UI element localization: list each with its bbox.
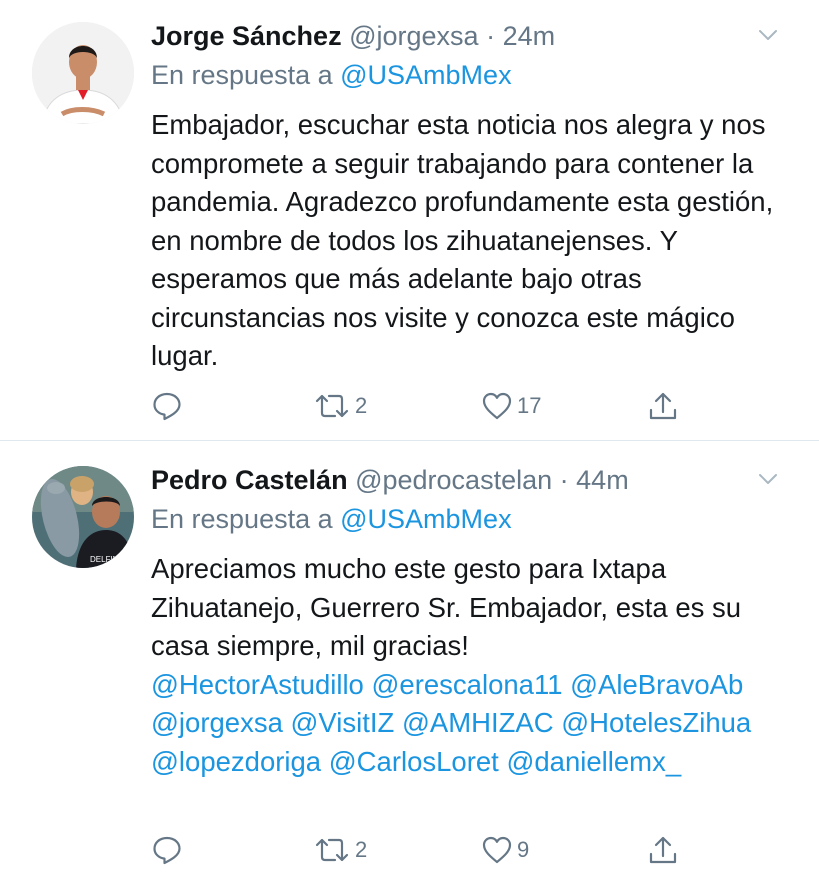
retweet-icon: [315, 838, 349, 862]
tweet-text: Apreciamos mucho este gesto para Ixtapa …: [151, 553, 742, 661]
avatar-shirt-lettering: DELFINITI: [90, 555, 128, 564]
share-icon: [649, 392, 677, 420]
share-icon: [649, 836, 677, 864]
tweet-header: Jorge Sánchez @jorgexsa · 24m: [151, 18, 795, 54]
like-count: 9: [517, 837, 530, 862]
tweet-content: Jorge Sánchez @jorgexsa · 24m En respues…: [151, 18, 795, 376]
reply-icon: [153, 836, 181, 865]
like-button[interactable]: 9: [481, 830, 529, 870]
tweet-mentions[interactable]: @HectorAstudillo @erescalona11 @AleBravo…: [151, 666, 795, 782]
retweet-count: 2: [355, 837, 368, 862]
tweet-text: Embajador, escuchar esta noticia nos ale…: [151, 109, 774, 371]
retweet-button[interactable]: 2: [313, 830, 367, 870]
reply-prefix: En respuesta a: [151, 504, 341, 534]
retweet-button[interactable]: 2: [313, 386, 367, 426]
chevron-down-icon[interactable]: [757, 468, 779, 490]
author-name[interactable]: Pedro Castelán: [151, 465, 348, 495]
avatar[interactable]: [32, 22, 134, 124]
author-name[interactable]: Jorge Sánchez: [151, 21, 342, 51]
tweet[interactable]: Jorge Sánchez @jorgexsa · 24m En respues…: [0, 0, 819, 441]
tweet-actions: 2 9: [151, 830, 691, 870]
reply-icon: [153, 392, 181, 421]
heart-icon: [482, 836, 512, 864]
like-button[interactable]: 17: [481, 386, 541, 426]
reply-button[interactable]: [151, 386, 183, 426]
heart-icon: [482, 392, 512, 420]
reply-to-link[interactable]: @USAmbMex: [340, 60, 511, 90]
retweet-icon: [315, 394, 349, 418]
reply-button[interactable]: [151, 830, 183, 870]
separator: ·: [559, 465, 569, 495]
author-handle[interactable]: @pedrocastelan: [355, 465, 552, 495]
tweet-actions: 2 17: [151, 386, 691, 426]
tweet-header: Pedro Castelán @pedrocastelan · 44m: [151, 462, 795, 498]
timestamp[interactable]: 44m: [576, 465, 629, 495]
reply-context: En respuesta a @USAmbMex: [151, 55, 795, 95]
reply-context: En respuesta a @USAmbMex: [151, 499, 795, 539]
author-handle[interactable]: @jorgexsa: [349, 21, 478, 51]
share-button[interactable]: [647, 830, 679, 870]
timestamp[interactable]: 24m: [503, 21, 556, 51]
tweet-content: Pedro Castelán @pedrocastelan · 44m En r…: [151, 462, 795, 781]
separator: ·: [486, 21, 496, 51]
reply-prefix: En respuesta a: [151, 60, 341, 90]
chevron-down-icon[interactable]: [757, 24, 779, 46]
reply-to-link[interactable]: @USAmbMex: [340, 504, 511, 534]
like-count: 17: [517, 393, 542, 418]
avatar[interactable]: DELFINITI: [32, 466, 134, 568]
tweet[interactable]: DELFINITI Pedro Castelán @pedrocastelan …: [0, 441, 819, 880]
share-button[interactable]: [647, 386, 679, 426]
retweet-count: 2: [355, 393, 368, 418]
